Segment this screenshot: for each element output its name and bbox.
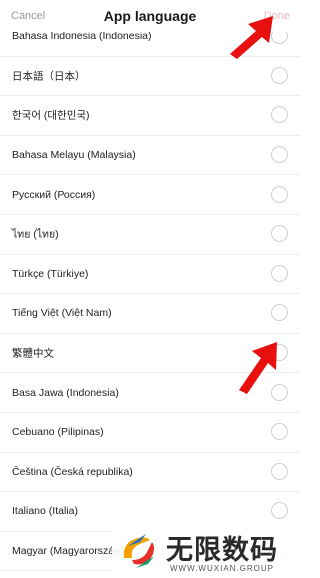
language-list: Bahasa Indonesia (Indonesia) 日本語（日本） 한국어… xyxy=(0,17,300,572)
language-label: Italiano (Italia) xyxy=(12,505,78,518)
language-label: 한국어 (대한민국) xyxy=(12,109,90,122)
language-label: Русский (Россия) xyxy=(12,188,96,201)
language-row[interactable]: Русский (Россия) xyxy=(0,175,300,215)
radio-button[interactable] xyxy=(271,423,288,441)
language-row[interactable]: Türkçe (Türkiye) xyxy=(0,255,300,295)
language-row[interactable]: 日本語（日本） xyxy=(0,57,300,97)
radio-button[interactable] xyxy=(271,502,288,520)
language-row[interactable]: ไทย (ไทย) xyxy=(0,215,300,255)
watermark-url: WWW.WUXIAN.GROUP xyxy=(170,564,274,573)
radio-button[interactable] xyxy=(271,225,288,243)
language-row[interactable]: Tiếng Việt (Việt Nam) xyxy=(0,294,300,334)
language-row[interactable]: Bahasa Melayu (Malaysia) xyxy=(0,136,300,176)
radio-button[interactable] xyxy=(271,185,288,203)
watermark-name: 无限数码 xyxy=(166,535,278,565)
radio-button[interactable] xyxy=(271,146,288,164)
language-label: 日本語（日本） xyxy=(12,70,86,83)
language-label: Türkçe (Türkiye) xyxy=(12,267,89,280)
language-label: Basa Jawa (Indonesia) xyxy=(12,386,119,399)
language-label: Čeština (Česká republika) xyxy=(12,465,133,478)
language-label: Bahasa Melayu (Malaysia) xyxy=(12,149,136,162)
red-arrow-annotation-icon xyxy=(239,342,277,394)
language-row[interactable]: Čeština (Česká republika) xyxy=(0,453,300,493)
red-arrow-annotation-icon xyxy=(230,16,273,59)
language-label: Bahasa Indonesia (Indonesia) xyxy=(12,30,152,43)
wuxian-logo-icon xyxy=(123,534,154,568)
language-label: Magyar (Magyarország) xyxy=(12,545,124,558)
radio-button[interactable] xyxy=(271,66,288,84)
language-label: ไทย (ไทย) xyxy=(12,228,59,241)
app-language-screen: Bahasa Indonesia (Indonesia) 日本語（日本） 한국어… xyxy=(0,0,300,578)
radio-button[interactable] xyxy=(271,304,288,322)
radio-button[interactable] xyxy=(271,106,288,124)
watermark: 无限数码 WWW.WUXIAN.GROUP xyxy=(112,524,300,578)
radio-button[interactable] xyxy=(271,264,288,282)
language-row[interactable]: 한국어 (대한민국) xyxy=(0,96,300,136)
language-label: Tiếng Việt (Việt Nam) xyxy=(12,307,112,320)
radio-button[interactable] xyxy=(271,462,288,480)
language-row[interactable]: Cebuano (Pilipinas) xyxy=(0,413,300,453)
language-label: 繁體中文 xyxy=(12,347,54,360)
language-label: Cebuano (Pilipinas) xyxy=(12,426,104,439)
